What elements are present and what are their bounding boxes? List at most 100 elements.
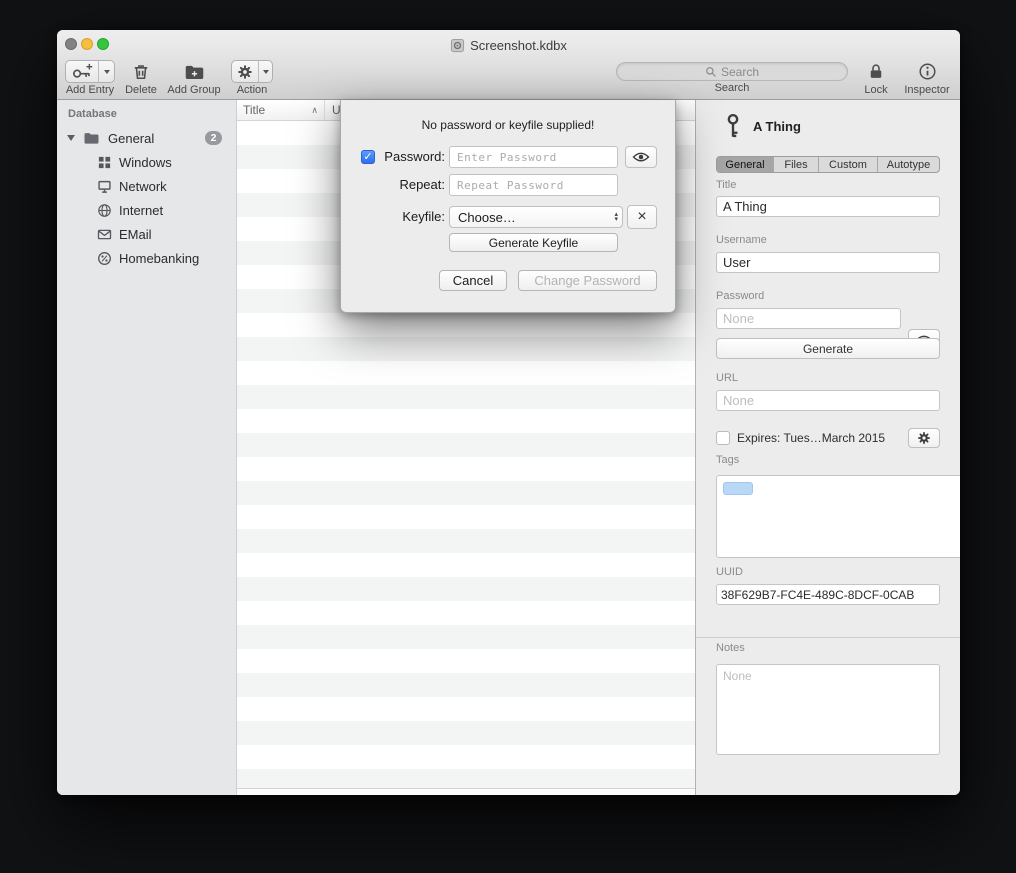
title-field[interactable]: [716, 196, 940, 217]
sidebar-item-homebanking[interactable]: Homebanking: [57, 246, 236, 270]
eye-icon: [632, 151, 650, 163]
percent-coin-icon: [97, 251, 112, 266]
search-icon: [705, 66, 717, 78]
tab-custom[interactable]: Custom: [819, 157, 878, 172]
entry-header: A Thing: [724, 111, 801, 141]
folder-plus-icon: [184, 63, 205, 81]
sidebar-item-label: EMail: [119, 227, 152, 242]
folder-icon: [83, 131, 100, 145]
globe-icon: [97, 203, 112, 218]
sidebar-item-label: Homebanking: [119, 251, 199, 266]
uuid-field[interactable]: [716, 584, 940, 605]
search-placeholder: Search: [721, 65, 759, 79]
change-password-button[interactable]: Change Password: [518, 270, 657, 291]
search-input[interactable]: Search: [616, 62, 848, 81]
password-checkbox[interactable]: ✓: [361, 150, 375, 164]
url-field[interactable]: [716, 390, 940, 411]
sidebar-item-label: General: [108, 131, 154, 146]
uuid-label: UUID: [716, 566, 940, 579]
toolbar-item-action: Action: [227, 60, 277, 96]
tags-box[interactable]: [716, 475, 960, 558]
generate-keyfile-button[interactable]: Generate Keyfile: [449, 233, 618, 252]
search-label: Search: [715, 83, 750, 94]
title-field-label: Title: [716, 179, 940, 192]
cancel-button[interactable]: Cancel: [439, 270, 507, 291]
password-label: Password:: [377, 146, 445, 168]
window-chrome: Screenshot.kdbx Add Entry: [57, 30, 960, 100]
notes-field[interactable]: [716, 664, 940, 755]
lock-button[interactable]: [867, 60, 885, 83]
windows-grid-icon: [97, 155, 112, 170]
tab-general[interactable]: General: [717, 157, 774, 172]
password-field[interactable]: [716, 308, 901, 329]
gear-icon: [237, 64, 253, 80]
sidebar-item-network[interactable]: Network: [57, 174, 236, 198]
inspector-tabs: General Files Custom Autotype: [716, 156, 940, 173]
password-field-label: Password: [716, 290, 940, 303]
generate-password-button[interactable]: Generate: [716, 338, 940, 359]
toolbar: Add Entry Delete Add Group: [57, 58, 960, 100]
gear-icon: [917, 431, 931, 445]
inspector-divider: [696, 637, 960, 638]
popup-chevrons-icon: ▴▾: [614, 212, 620, 223]
chevron-down-icon: [104, 70, 110, 74]
toolbar-item-search: Search Search: [615, 60, 849, 94]
add-entry-button[interactable]: [65, 60, 115, 83]
reveal-password-button[interactable]: [625, 146, 657, 168]
disclosure-triangle-icon[interactable]: [67, 135, 75, 141]
toolbar-item-add-group: Add Group: [163, 60, 225, 96]
change-password-sheet: No password or keyfile supplied! ✓ Passw…: [340, 100, 676, 313]
sort-ascending-icon: ∧: [311, 105, 318, 116]
keyfile-popup-value: Choose…: [458, 210, 614, 225]
lock-label: Lock: [864, 85, 887, 96]
lock-icon: [867, 62, 885, 81]
sidebar-item-internet[interactable]: Internet: [57, 198, 236, 222]
tab-files[interactable]: Files: [774, 157, 819, 172]
expires-checkbox[interactable]: [716, 431, 730, 445]
network-monitor-icon: [97, 179, 112, 194]
entry-count-badge: 2: [205, 131, 222, 145]
toolbar-item-lock: Lock: [854, 60, 898, 96]
action-dropdown[interactable]: [258, 61, 272, 82]
keyfile-label: Keyfile:: [377, 206, 445, 228]
document-icon: [450, 38, 465, 53]
info-icon: [918, 62, 937, 81]
sidebar-item-windows[interactable]: Windows: [57, 150, 236, 174]
sidebar-item-label: Internet: [119, 203, 163, 218]
inspector-label: Inspector: [904, 85, 949, 96]
expires-label: Expires: Tues…March 2015: [737, 428, 885, 448]
keyfile-popup[interactable]: Choose… ▴▾: [449, 206, 623, 228]
entry-title: A Thing: [753, 119, 801, 134]
delete-button[interactable]: [131, 60, 151, 83]
add-entry-dropdown[interactable]: [98, 61, 114, 82]
sidebar: Database General 2 Windows: [57, 100, 237, 795]
key-plus-icon: [71, 63, 93, 81]
sidebar-item-label: Network: [119, 179, 167, 194]
inspector-panel: A Thing General Files Custom Autotype Ti…: [695, 100, 960, 795]
sidebar-section-header: Database: [68, 108, 117, 120]
toolbar-item-inspector: Inspector: [899, 60, 955, 96]
sidebar-item-email[interactable]: EMail: [57, 222, 236, 246]
envelope-icon: [97, 227, 112, 242]
sidebar-item-label: Windows: [119, 155, 172, 170]
column-header-title[interactable]: Title ∧: [237, 100, 325, 120]
tab-autotype[interactable]: Autotype: [878, 157, 939, 172]
toolbar-item-delete: Delete: [119, 60, 163, 96]
repeat-password-input[interactable]: [449, 174, 618, 196]
clear-keyfile-button[interactable]: ×: [627, 205, 657, 229]
key-icon: [724, 113, 742, 139]
window-title-text: Screenshot.kdbx: [470, 38, 567, 53]
expires-settings-button[interactable]: [908, 428, 940, 448]
sidebar-item-general[interactable]: General 2: [57, 126, 236, 150]
username-field[interactable]: [716, 252, 940, 273]
chevron-down-icon: [263, 70, 269, 74]
sheet-message: No password or keyfile supplied!: [341, 118, 675, 132]
action-button[interactable]: [231, 60, 273, 83]
column-title-label: Title: [243, 103, 265, 117]
tag-chip[interactable]: [723, 482, 753, 495]
add-group-button[interactable]: [184, 60, 205, 83]
inspector-button[interactable]: [918, 60, 937, 83]
toolbar-item-add-entry: Add Entry: [60, 60, 120, 96]
enter-password-input[interactable]: [449, 146, 618, 168]
delete-label: Delete: [125, 85, 157, 96]
